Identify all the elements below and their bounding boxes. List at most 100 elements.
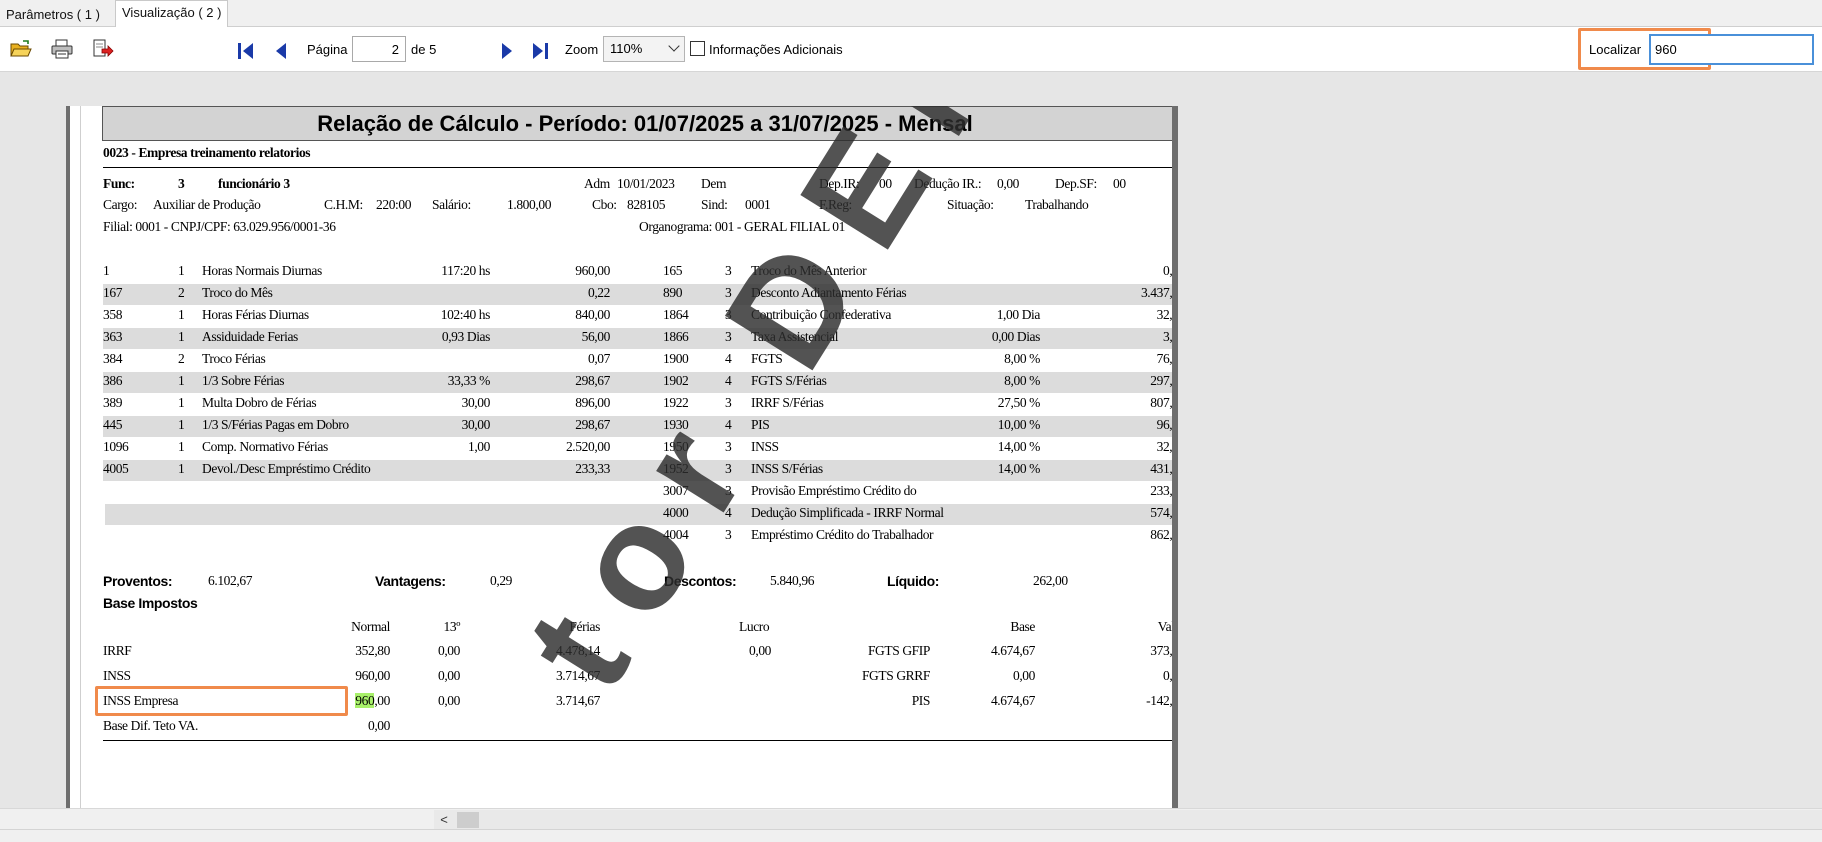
provento-code: 358 bbox=[103, 307, 123, 322]
desconto-value: 297,18 bbox=[1150, 373, 1172, 388]
col-normal-header: Normal bbox=[351, 619, 390, 634]
provento-code: 384 bbox=[103, 351, 123, 366]
provento-type: 1 bbox=[178, 395, 185, 410]
desconto-value: 32,00 bbox=[1156, 307, 1172, 322]
cargo-label: Cargo: bbox=[103, 197, 138, 212]
desconto-desc: Desconto Adiantamento Férias bbox=[751, 285, 907, 300]
desconto-code: 1900 bbox=[663, 351, 689, 366]
provento-value: 298,67 bbox=[575, 417, 610, 432]
deducao-label: Dedução IR.: bbox=[914, 176, 982, 191]
desconto-code: 165 bbox=[663, 263, 683, 278]
fgts-valor: 0,00 bbox=[1162, 668, 1172, 683]
extra-info-checkbox[interactable] bbox=[690, 41, 705, 56]
zoom-select[interactable]: 110% bbox=[603, 36, 685, 62]
provento-type: 2 bbox=[178, 285, 185, 300]
horizontal-scrollbar[interactable]: < bbox=[0, 808, 1822, 829]
tab-parametros[interactable]: Parâmetros ( 1 ) bbox=[0, 3, 106, 28]
desconto-value: 32,84 bbox=[1156, 439, 1172, 454]
desconto-value: 96,00 bbox=[1156, 417, 1172, 432]
scroll-left-icon[interactable]: < bbox=[436, 812, 452, 828]
provento-ref: 30,00 bbox=[461, 417, 491, 432]
func-label: Func: bbox=[103, 176, 135, 191]
page-border-right bbox=[1172, 106, 1178, 810]
provento-desc: 1/3 Sobre Férias bbox=[202, 373, 285, 388]
desconto-desc: Dedução Simplificada - IRRF Normal bbox=[751, 505, 944, 520]
desconto-ref: 8,00 % bbox=[1004, 351, 1040, 366]
desconto-type: 3 bbox=[725, 439, 732, 454]
desconto-code: 1952 bbox=[663, 461, 689, 476]
scroll-track[interactable] bbox=[434, 810, 1822, 829]
provento-ref: 102:40 hs bbox=[440, 307, 491, 322]
last-page-icon[interactable] bbox=[531, 41, 549, 61]
export-icon[interactable] bbox=[92, 39, 114, 59]
provento-value: 2.520,00 bbox=[565, 439, 610, 454]
desconto-code: 1930 bbox=[663, 417, 689, 432]
print-icon[interactable] bbox=[51, 39, 73, 59]
find-input[interactable] bbox=[1649, 34, 1814, 65]
provento-value: 0,22 bbox=[587, 285, 610, 300]
provento-type: 1 bbox=[178, 263, 185, 278]
desconto-type: 4 bbox=[725, 417, 732, 432]
proventos-total-label: Proventos: bbox=[103, 573, 173, 589]
provento-code: 445 bbox=[103, 417, 123, 432]
salario-label: Salário: bbox=[432, 197, 471, 212]
provento-desc: Assiduidade Ferias bbox=[202, 329, 298, 344]
provento-type: 1 bbox=[178, 329, 185, 344]
desconto-code: 1902 bbox=[663, 373, 689, 388]
desconto-type: 3 bbox=[725, 527, 732, 542]
col-lucro-header: Lucro bbox=[739, 619, 770, 634]
scroll-thumb[interactable] bbox=[457, 812, 479, 828]
provento-ref: 33,33 % bbox=[447, 373, 491, 388]
provento-desc: Devol./Desc Empréstimo Crédito bbox=[202, 461, 371, 476]
salario-value: 1.800,00 bbox=[507, 197, 552, 212]
page-number-input[interactable] bbox=[352, 36, 406, 62]
base-lucro: 0,00 bbox=[749, 643, 772, 658]
desconto-desc: Provisão Empréstimo Crédito do bbox=[751, 483, 917, 498]
first-page-icon[interactable] bbox=[237, 41, 255, 61]
provento-desc: 1/3 S/Férias Pagas em Dobro bbox=[202, 417, 349, 432]
desconto-ref: 27,50 % bbox=[997, 395, 1041, 410]
provento-code: 4005 bbox=[103, 461, 129, 476]
desconto-desc: Contribuição Confederativa bbox=[751, 307, 891, 322]
provento-code: 1096 bbox=[103, 439, 129, 454]
open-folder-icon[interactable] bbox=[10, 39, 32, 59]
page-count-label: de 5 bbox=[411, 42, 437, 57]
tab-visualizacao[interactable]: Visualização ( 2 ) bbox=[115, 0, 229, 27]
base-normal: 960,00 bbox=[355, 668, 390, 683]
provento-value: 233,33 bbox=[575, 461, 610, 476]
situacao-label: Situação: bbox=[947, 197, 994, 212]
desconto-type: 3 bbox=[725, 395, 732, 410]
base-normal: 352,80 bbox=[355, 643, 390, 658]
previous-page-icon[interactable] bbox=[272, 41, 290, 61]
fgts-base: 4.674,67 bbox=[990, 693, 1035, 708]
depir-label: Dep.IR: bbox=[819, 176, 860, 191]
desconto-ref: 14,00 % bbox=[997, 439, 1041, 454]
row-band bbox=[105, 504, 1172, 525]
cbo-value: 828105 bbox=[627, 197, 666, 212]
provento-desc: Troco Férias bbox=[202, 351, 266, 366]
filial-info: Filial: 0001 - CNPJ/CPF: 63.029.956/0001… bbox=[103, 219, 336, 234]
desconto-value: 574,36 bbox=[1150, 505, 1172, 520]
base-ferias: 3.714,67 bbox=[555, 693, 600, 708]
provento-value: 56,00 bbox=[581, 329, 611, 344]
fgts-base: 4.674,67 bbox=[990, 643, 1035, 658]
provento-type: 1 bbox=[178, 373, 185, 388]
desconto-ref: 1,00 Dia bbox=[996, 307, 1041, 322]
provento-desc: Horas Férias Diurnas bbox=[202, 307, 309, 322]
provento-code: 1 bbox=[103, 263, 110, 278]
desconto-desc: FGTS bbox=[751, 351, 783, 366]
desconto-code: 1864 bbox=[663, 307, 689, 322]
fgts-base: 0,00 bbox=[1012, 668, 1035, 683]
fgts-valor: -142,25 bbox=[1146, 693, 1172, 708]
func-name: funcionário 3 bbox=[218, 176, 290, 191]
desconto-code: 1950 bbox=[663, 439, 689, 454]
desconto-type: 3 bbox=[725, 263, 732, 278]
desconto-value: 233,33 bbox=[1150, 483, 1172, 498]
provento-desc: Comp. Normativo Férias bbox=[202, 439, 328, 454]
depir-value: 00 bbox=[879, 176, 892, 191]
next-page-icon[interactable] bbox=[498, 41, 516, 61]
chevron-down-icon bbox=[668, 40, 680, 52]
provento-code: 386 bbox=[103, 373, 123, 388]
desconto-value: 0,62 bbox=[1162, 263, 1172, 278]
desconto-code: 1866 bbox=[663, 329, 689, 344]
